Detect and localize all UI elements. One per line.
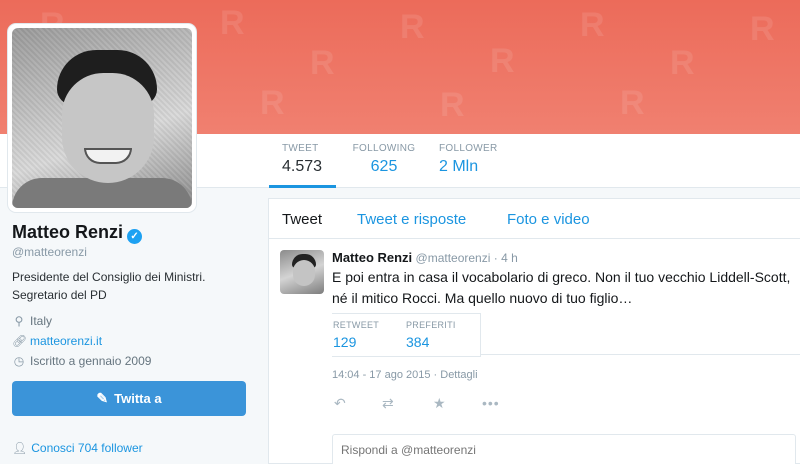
profile-url-link[interactable]: matteorenzi.it (30, 334, 102, 348)
stat-label: TWEET (282, 143, 319, 154)
tweet-to-label: Twitta a (114, 391, 162, 406)
profile-joined: ◷ Iscritto a gennaio 2009 (12, 354, 152, 368)
reply-input[interactable] (333, 435, 795, 464)
tweet-author-name[interactable]: Matteo Renzi (332, 250, 412, 265)
stat-label: FOLLOWING (352, 143, 416, 154)
person-icon: 👤︎ (12, 441, 28, 455)
tweet-time[interactable]: · 4 h (494, 251, 518, 265)
profile-location: ⚲ Italy (12, 314, 52, 328)
tweet-to-button[interactable]: ✎ Twitta a (12, 381, 246, 416)
stat-label: FOLLOWER (439, 143, 498, 154)
tab-tweets-and-replies[interactable]: Tweet e risposte (357, 211, 466, 228)
verified-check-icon: ✓ (127, 229, 143, 244)
favorites-label: PREFERITI (406, 320, 456, 330)
tweet-avatar[interactable] (280, 250, 324, 294)
link-icon: 🔗︎ (12, 334, 28, 348)
profile-url: 🔗︎ matteorenzi.it (12, 334, 102, 348)
stat-following[interactable]: FOLLOWING 625 (349, 143, 419, 188)
tweet-retweets[interactable]: RETWEET 129 (333, 320, 379, 350)
joined-text: Iscritto a gennaio 2009 (30, 354, 152, 368)
stat-tweets[interactable]: TWEET 4.573 (269, 143, 336, 188)
tweet-author-handle[interactable]: @matteorenzi (416, 251, 491, 265)
tweet-text: E poi entra in casa il vocabolario di gr… (332, 269, 791, 306)
compose-icon: ✎ (96, 390, 109, 406)
divider (481, 354, 800, 355)
profile-name[interactable]: Matteo Renzi ✓ (12, 222, 143, 244)
location-pin-icon: ⚲ (14, 314, 24, 328)
avatar-photo (12, 28, 192, 208)
tweet-stats: RETWEET 129 PREFERITI 384 (332, 313, 481, 357)
profile-bio: Presidente del Consiglio dei Ministri. S… (12, 270, 206, 302)
retweets-label: RETWEET (333, 320, 380, 330)
retweets-count: 129 (333, 334, 357, 350)
followers-you-know-link[interactable]: 👤︎ Conosci 704 follower (12, 441, 143, 455)
location-text: Italy (30, 314, 53, 328)
tab-photos-and-videos[interactable]: Foto e video (507, 211, 590, 228)
tab-tweets[interactable]: Tweet (282, 211, 322, 228)
retweet-icon[interactable]: ⇄ (382, 395, 394, 412)
stat-value: 4.573 (282, 158, 323, 175)
calendar-icon: ◷ (13, 354, 25, 368)
timeline: Tweet Tweet e risposte Foto e video Matt… (268, 198, 800, 464)
profile-name-text: Matteo Renzi (12, 222, 124, 242)
tweet-timestamp[interactable]: 14:04 - 17 ago 2015 · Dettagli (332, 369, 478, 381)
stat-value: 2 Mln (439, 158, 479, 175)
tweet-favorites[interactable]: PREFERITI 384 (406, 320, 456, 350)
more-icon[interactable]: ••• (482, 395, 500, 411)
profile-handle[interactable]: @matteorenzi (12, 245, 87, 259)
star-icon[interactable]: ★ (433, 395, 446, 412)
reply-box[interactable] (332, 434, 796, 464)
stat-value: 625 (370, 158, 398, 175)
followers-you-know-text: Conosci 704 follower (31, 441, 143, 455)
reply-icon[interactable]: ↶ (334, 395, 346, 412)
profile-avatar[interactable] (8, 24, 196, 212)
favorites-count: 384 (406, 334, 430, 350)
stat-followers[interactable]: FOLLOWER 2 Mln (439, 143, 499, 188)
tweet-header: Matteo Renzi @matteorenzi · 4 h (332, 250, 518, 265)
timeline-tabs: Tweet Tweet e risposte Foto e video (269, 199, 800, 239)
